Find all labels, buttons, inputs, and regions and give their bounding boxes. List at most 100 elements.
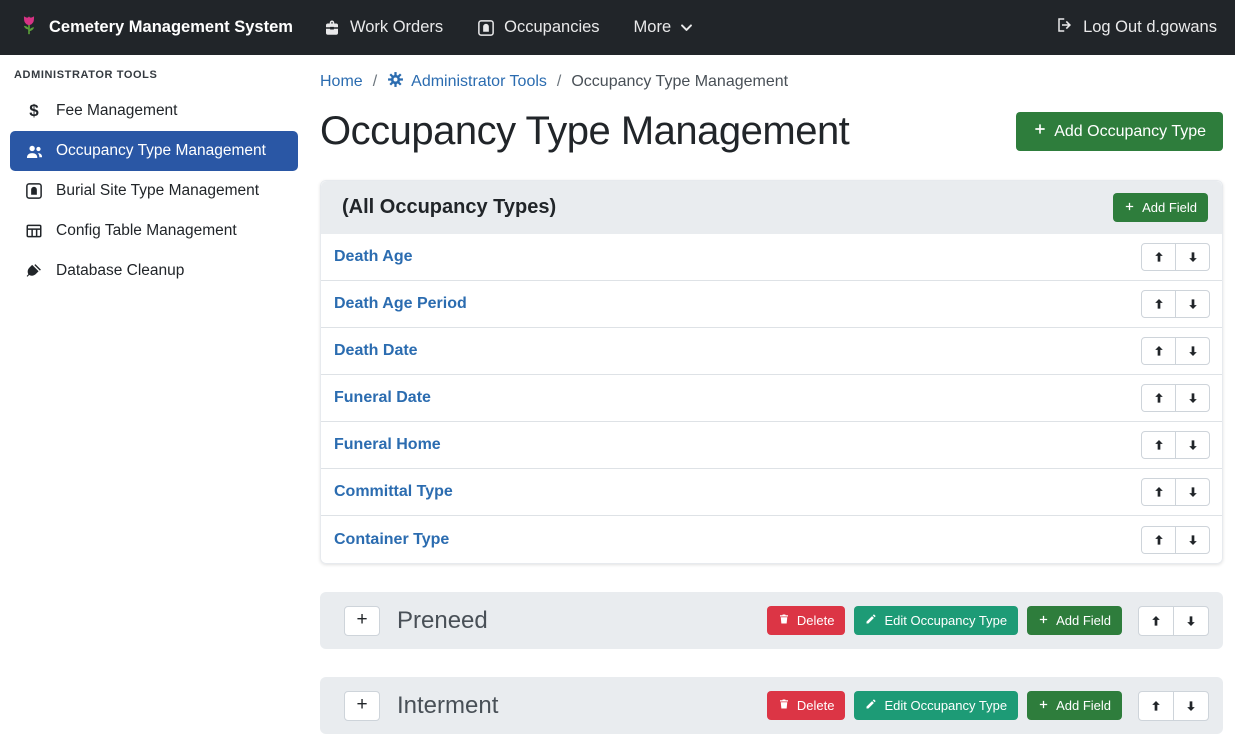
chevron-down-icon <box>680 21 693 34</box>
expand-button[interactable]: + <box>344 606 380 636</box>
move-up-button[interactable] <box>1138 606 1174 636</box>
occupancy-type-title: Preneed <box>397 607 767 635</box>
breadcrumb-home-label: Home <box>320 73 363 91</box>
occupancy-type-title: Interment <box>397 692 767 720</box>
occupancy-type-section-interment: + Interment Delete Edit Occupancy Type A… <box>320 677 1223 734</box>
plus-icon <box>1038 613 1049 628</box>
sidebar-item-burial-site-type-management[interactable]: Burial Site Type Management <box>10 171 298 211</box>
move-up-button[interactable] <box>1138 691 1174 721</box>
move-up-button[interactable] <box>1141 290 1176 318</box>
move-down-button[interactable] <box>1175 337 1210 365</box>
reorder-buttons <box>1141 384 1210 412</box>
card-title: (All Occupancy Types) <box>342 196 556 219</box>
plus-icon <box>1124 200 1135 215</box>
move-down-button[interactable] <box>1175 478 1210 506</box>
logout-button[interactable]: Log Out d.gowans <box>1056 16 1217 39</box>
move-up-button[interactable] <box>1141 431 1176 459</box>
page-title: Occupancy Type Management <box>320 109 849 154</box>
add-field-label: Add Field <box>1056 698 1111 713</box>
sidebar-item-config-table-management[interactable]: Config Table Management <box>10 211 298 251</box>
reorder-buttons <box>1141 431 1210 459</box>
expand-button[interactable]: + <box>344 691 380 721</box>
move-down-button[interactable] <box>1173 691 1209 721</box>
reorder-buttons <box>1141 243 1210 271</box>
field-link-death-age[interactable]: Death Age <box>334 248 413 266</box>
field-link-container-type[interactable]: Container Type <box>334 531 449 549</box>
field-link-death-age-period[interactable]: Death Age Period <box>334 295 467 313</box>
nav-more[interactable]: More <box>634 18 694 37</box>
nav-more-label: More <box>634 18 672 37</box>
broom-icon <box>23 262 45 280</box>
app-title: Cemetery Management System <box>49 18 293 37</box>
field-row: Container Type <box>321 516 1222 563</box>
breadcrumb-separator: / <box>557 73 561 91</box>
edit-occupancy-type-label: Edit Occupancy Type <box>884 613 1007 628</box>
field-row: Death Age <box>321 234 1222 281</box>
add-field-label: Add Field <box>1142 200 1197 215</box>
sidebar-item-fee-management[interactable]: $ Fee Management <box>10 91 298 131</box>
nav-work-orders[interactable]: Work Orders <box>323 18 443 37</box>
add-field-button[interactable]: Add Field <box>1113 193 1208 222</box>
work-orders-icon <box>323 19 341 37</box>
occupancy-type-actions: Delete Edit Occupancy Type Add Field <box>767 691 1209 721</box>
all-occupancy-types-card: (All Occupancy Types) Add Field Death Ag… <box>320 180 1223 564</box>
dollar-icon: $ <box>23 101 45 121</box>
move-down-button[interactable] <box>1175 431 1210 459</box>
breadcrumb-home-link[interactable]: Home <box>320 73 363 91</box>
edit-occupancy-type-button[interactable]: Edit Occupancy Type <box>854 691 1018 720</box>
app-brand[interactable]: Cemetery Management System <box>18 14 293 41</box>
app-logo-icon <box>18 14 40 41</box>
sidebar-item-occupancy-type-management[interactable]: Occupancy Type Management <box>10 131 298 171</box>
sidebar-item-database-cleanup[interactable]: Database Cleanup <box>10 251 298 291</box>
field-link-funeral-home[interactable]: Funeral Home <box>334 436 441 454</box>
top-navbar: Cemetery Management System Work Orders O… <box>0 0 1235 55</box>
move-up-button[interactable] <box>1141 478 1176 506</box>
move-up-button[interactable] <box>1141 243 1176 271</box>
sidebar-item-label: Database Cleanup <box>56 262 184 280</box>
field-link-committal-type[interactable]: Committal Type <box>334 483 453 501</box>
nav-occupancies[interactable]: Occupancies <box>477 18 599 37</box>
delete-button[interactable]: Delete <box>767 691 846 720</box>
field-link-funeral-date[interactable]: Funeral Date <box>334 389 431 407</box>
plus-icon <box>1033 122 1047 141</box>
add-occupancy-type-button[interactable]: Add Occupancy Type <box>1016 112 1223 151</box>
field-row: Death Date <box>321 328 1222 375</box>
field-link-death-date[interactable]: Death Date <box>334 342 418 360</box>
field-row: Funeral Home <box>321 422 1222 469</box>
sidebar: Administrator Tools $ Fee Management Occ… <box>0 55 308 738</box>
pencil-icon <box>865 698 877 713</box>
sidebar-heading: Administrator Tools <box>0 57 308 91</box>
sidebar-item-label: Config Table Management <box>56 222 237 240</box>
move-down-button[interactable] <box>1175 384 1210 412</box>
field-row: Death Age Period <box>321 281 1222 328</box>
sidebar-item-label: Fee Management <box>56 102 178 120</box>
add-field-label: Add Field <box>1056 613 1111 628</box>
add-field-button[interactable]: Add Field <box>1027 691 1122 720</box>
field-row: Committal Type <box>321 469 1222 516</box>
breadcrumb: Home / Administrator Tool <box>320 67 1223 93</box>
add-field-button[interactable]: Add Field <box>1027 606 1122 635</box>
reorder-buttons <box>1141 337 1210 365</box>
breadcrumb-separator: / <box>373 73 377 91</box>
main-nav: Work Orders Occupancies More <box>323 18 693 37</box>
field-row: Funeral Date <box>321 375 1222 422</box>
move-down-button[interactable] <box>1175 526 1210 554</box>
move-down-button[interactable] <box>1173 606 1209 636</box>
sidebar-item-label: Occupancy Type Management <box>56 142 266 160</box>
add-occupancy-type-label: Add Occupancy Type <box>1054 123 1206 141</box>
delete-button[interactable]: Delete <box>767 606 846 635</box>
trash-icon <box>778 613 790 628</box>
move-up-button[interactable] <box>1141 384 1176 412</box>
reorder-buttons <box>1138 691 1209 721</box>
breadcrumb-admin-tools-label: Administrator Tools <box>411 73 547 91</box>
move-down-button[interactable] <box>1175 290 1210 318</box>
move-down-button[interactable] <box>1175 243 1210 271</box>
breadcrumb-admin-tools-link[interactable]: Administrator Tools <box>387 71 547 93</box>
move-up-button[interactable] <box>1141 526 1176 554</box>
move-up-button[interactable] <box>1141 337 1176 365</box>
edit-occupancy-type-button[interactable]: Edit Occupancy Type <box>854 606 1018 635</box>
users-icon <box>23 142 45 161</box>
plus-icon <box>1038 698 1049 713</box>
logout-label: Log Out d.gowans <box>1083 18 1217 37</box>
edit-occupancy-type-label: Edit Occupancy Type <box>884 698 1007 713</box>
